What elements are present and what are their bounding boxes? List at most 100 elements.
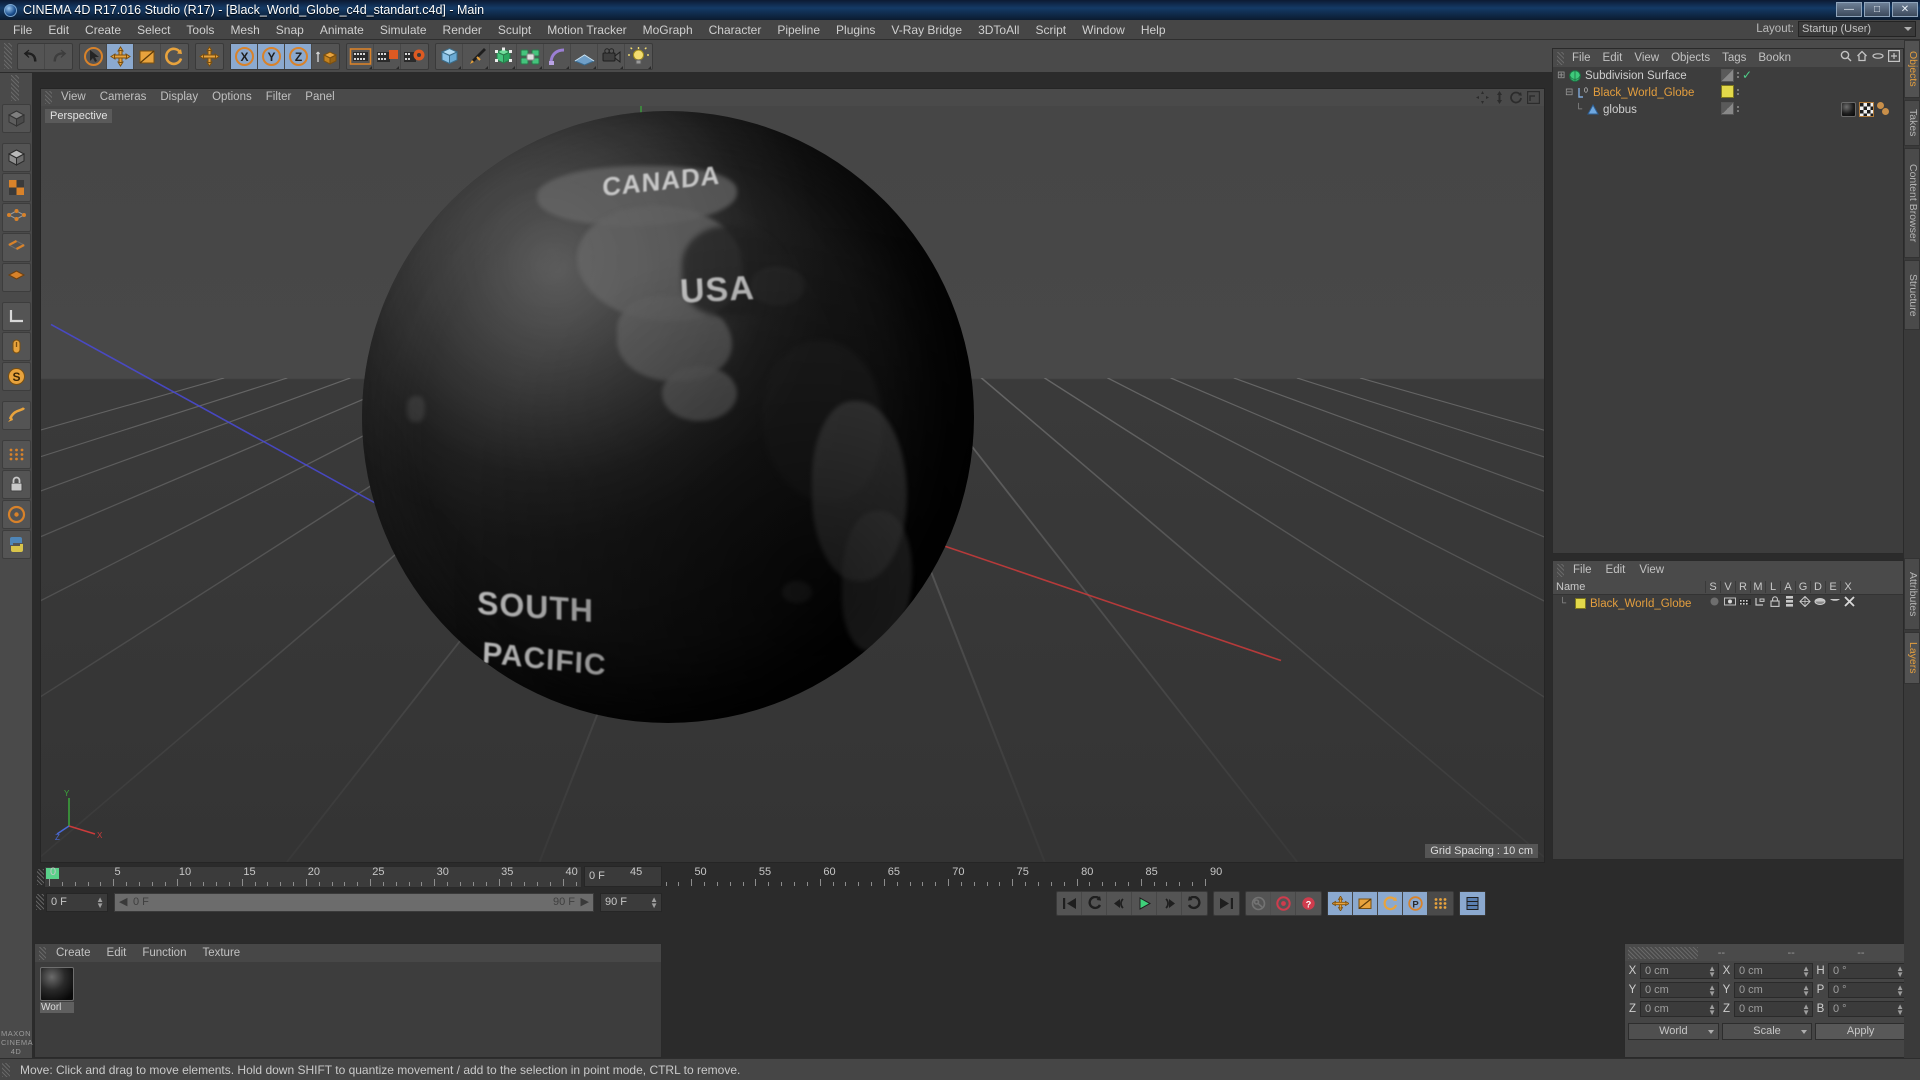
frame-back-button[interactable] [1107, 892, 1132, 915]
camera-button[interactable] [598, 43, 625, 69]
viewport-grip[interactable] [45, 91, 52, 104]
layer-menu-file[interactable]: File [1566, 564, 1599, 576]
light-bulb-button[interactable] [625, 44, 652, 69]
right-arrow-icon[interactable]: ▶ [581, 895, 589, 908]
end-frame-field[interactable]: 90 F ▲ ▼ [600, 892, 662, 912]
polygons-mode-button[interactable] [2, 263, 31, 292]
menu-item-motion-tracker[interactable]: Motion Tracker [539, 20, 634, 40]
menu-item-mograph[interactable]: MoGraph [635, 20, 701, 40]
menu-item-vray-bridge[interactable]: V-Ray Bridge [883, 20, 970, 40]
spinner-icon[interactable]: ▲ ▼ [1896, 1003, 1904, 1017]
python-console-button[interactable] [2, 530, 31, 559]
edges-mode-button[interactable] [2, 233, 31, 262]
texture-tag-icon[interactable] [1859, 102, 1874, 117]
axis-z-button[interactable]: Z [285, 43, 312, 69]
size-x-field[interactable]: 0 cm ▲ ▼ [1734, 963, 1813, 979]
menu-item-render[interactable]: Render [435, 20, 490, 40]
menu-item-snap[interactable]: Snap [268, 20, 312, 40]
material-menu-function[interactable]: Function [134, 947, 194, 959]
apply-button[interactable]: Apply [1815, 1023, 1907, 1040]
menu-item-animate[interactable]: Animate [312, 20, 372, 40]
viewport-menu-cameras[interactable]: Cameras [93, 89, 154, 106]
undo-button[interactable] [18, 43, 45, 69]
workplane-button[interactable] [2, 401, 31, 430]
lock-toggle[interactable] [1768, 596, 1781, 610]
size-y-field[interactable]: 0 cm ▲ ▼ [1734, 982, 1813, 998]
menu-item-edit[interactable]: Edit [40, 20, 77, 40]
position-x-field[interactable]: 0 cm ▲ ▼ [1640, 963, 1719, 979]
texture-mode-button[interactable] [2, 173, 31, 202]
autokeying-button[interactable] [1246, 892, 1271, 915]
menu-item-simulate[interactable]: Simulate [372, 20, 435, 40]
spinner-icon[interactable]: ▲ ▼ [1896, 984, 1904, 998]
render-region-button[interactable] [374, 43, 401, 69]
rotation-p-field[interactable]: 0 ° ▲ ▼ [1828, 982, 1907, 998]
quantize-grid-button[interactable] [2, 440, 31, 469]
minimize-button[interactable]: — [1836, 2, 1862, 17]
model-mode-button[interactable] [2, 143, 31, 172]
environment-floor-button[interactable] [571, 43, 598, 69]
home-icon[interactable] [1856, 50, 1868, 62]
key-rotation-button[interactable] [1378, 892, 1403, 915]
collapse-toggle-icon[interactable]: ⊟ [1565, 87, 1573, 98]
tab-takes[interactable]: Takes [1904, 100, 1920, 146]
left-arrow-icon[interactable]: ◀ [119, 895, 127, 908]
viewport-menu-options[interactable]: Options [205, 89, 259, 106]
render-view-button[interactable] [347, 43, 374, 69]
expand-toggle-icon[interactable]: ⊞ [1557, 70, 1565, 81]
spinner-icon[interactable]: ▲ ▼ [1708, 984, 1716, 998]
step-forward-keyframe-button[interactable] [1182, 892, 1207, 915]
primitive-cube-button[interactable] [436, 43, 463, 69]
spline-pen-button[interactable] [463, 43, 490, 69]
play-button[interactable] [1132, 892, 1157, 915]
object-row-subdivision-surface[interactable]: ⊞ Subdivision Surface ✓ [1553, 67, 1903, 84]
redo-button[interactable] [45, 44, 72, 69]
timeline-ruler[interactable] [44, 866, 1206, 888]
manager-toggle[interactable] [1753, 597, 1766, 610]
menu-item-window[interactable]: Window [1074, 20, 1133, 40]
layer-grip[interactable] [1557, 563, 1564, 577]
material-menu-edit[interactable]: Edit [99, 947, 135, 959]
menu-item-create[interactable]: Create [77, 20, 129, 40]
tab-layers[interactable]: Layers [1904, 632, 1920, 684]
enable-dots-icon[interactable] [1737, 88, 1739, 95]
material-menu-texture[interactable]: Texture [194, 947, 248, 959]
viewport-menu-panel[interactable]: Panel [298, 89, 341, 106]
points-mode-button[interactable] [2, 203, 31, 232]
expand-icon[interactable] [1888, 50, 1900, 62]
maximize-button[interactable]: □ [1864, 2, 1890, 17]
viewport-menu-view[interactable]: View [54, 89, 93, 106]
record-active-objects-button[interactable] [1271, 892, 1296, 915]
tab-objects[interactable]: Objects [1904, 40, 1920, 98]
menu-item-pipeline[interactable]: Pipeline [769, 20, 828, 40]
world-object-axis-button[interactable] [312, 44, 339, 69]
render-settings-button[interactable] [401, 44, 428, 69]
object-menu-view[interactable]: View [1628, 52, 1665, 64]
go-to-end-button[interactable] [1214, 892, 1239, 915]
visibility-dots-icon[interactable] [1721, 102, 1734, 115]
spinner-icon[interactable]: ▲ ▼ [1802, 965, 1810, 979]
coordinates-grip[interactable] [1628, 946, 1698, 959]
material-grip[interactable] [39, 946, 46, 960]
object-row-globus[interactable]: └ globus [1553, 101, 1903, 118]
use-object-axis-button[interactable] [2, 302, 31, 331]
coordinate-system-dropdown[interactable]: World [1628, 1023, 1719, 1040]
pan-icon[interactable] [1476, 91, 1489, 104]
current-frame-marker[interactable] [46, 868, 59, 879]
enable-dots-icon[interactable] [1737, 72, 1739, 78]
go-to-start-button[interactable] [1057, 892, 1082, 915]
layer-menu-edit[interactable]: Edit [1599, 564, 1633, 576]
left-toolbar-grip[interactable] [11, 75, 19, 101]
object-menu-tags[interactable]: Tags [1716, 52, 1752, 64]
layer-row[interactable]: └ Black_World_Globe [1553, 595, 1903, 612]
xpresso-toggle[interactable] [1843, 596, 1856, 610]
layer-color-swatch[interactable] [1721, 85, 1734, 98]
position-y-field[interactable]: 0 cm ▲ ▼ [1640, 982, 1719, 998]
ellipse-icon[interactable] [1872, 50, 1884, 62]
start-frame-field[interactable]: 0 F ▲ ▼ [46, 892, 108, 912]
material-preview-sphere[interactable] [40, 967, 74, 1001]
material-tag-icon[interactable] [1841, 102, 1856, 117]
move-tool-secondary[interactable] [196, 44, 223, 69]
menu-item-character[interactable]: Character [701, 20, 770, 40]
rotate-tool[interactable] [161, 44, 188, 69]
